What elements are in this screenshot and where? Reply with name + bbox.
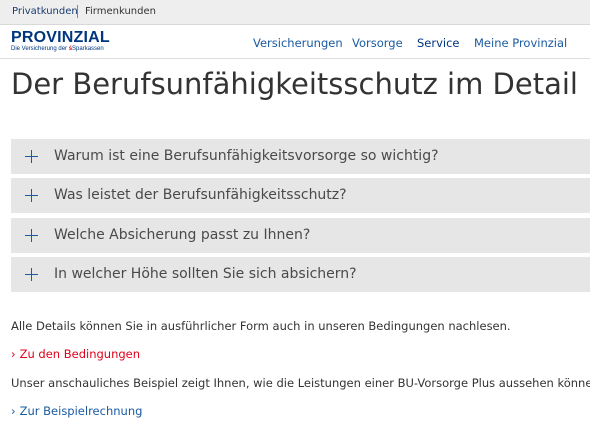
accordion-item-benefits[interactable]: Was leistet der Berufsunfähigkeitsschutz… bbox=[11, 178, 590, 213]
chevron-right-icon: › bbox=[11, 404, 16, 418]
nav-versicherungen[interactable]: Versicherungen bbox=[253, 36, 343, 50]
privatkunden-link[interactable]: Privatkunden bbox=[12, 6, 78, 18]
logo-tagline-text: Die Versicherung der bbox=[11, 46, 68, 52]
accordion-label: Was leistet der Berufsunfähigkeitsschutz… bbox=[54, 187, 347, 203]
logo-wordmark: PROVINZIAL bbox=[11, 29, 110, 46]
conditions-link[interactable]: › Zu den Bedingungen bbox=[11, 347, 140, 361]
accordion-label: Welche Absicherung passt zu Ihnen? bbox=[54, 227, 311, 243]
accordion-label: In welcher Höhe sollten Sie sich absiche… bbox=[54, 266, 357, 282]
accordion-item-amount[interactable]: In welcher Höhe sollten Sie sich absiche… bbox=[11, 257, 590, 292]
topbar-separator bbox=[77, 5, 78, 18]
plus-icon bbox=[25, 268, 38, 281]
chevron-right-icon: › bbox=[11, 347, 16, 361]
plus-icon bbox=[25, 150, 38, 163]
page-title: Der Berufsunfähigkeitsschutz im Detail bbox=[11, 67, 578, 101]
example-link-label: Zur Beispielrechnung bbox=[19, 404, 143, 418]
firmenkunden-link[interactable]: Firmenkunden bbox=[85, 6, 156, 18]
plus-icon bbox=[25, 229, 38, 242]
details-text: Alle Details können Sie in ausführlicher… bbox=[11, 319, 511, 333]
plus-icon bbox=[25, 189, 38, 202]
accordion-label: Warum ist eine Berufsunfähigkeitsvorsorg… bbox=[54, 148, 439, 164]
logo-tagline-brand: Sparkassen bbox=[72, 46, 104, 52]
nav-vorsorge[interactable]: Vorsorge bbox=[352, 36, 403, 50]
nav-meine-provinzial[interactable]: Meine Provinzial bbox=[474, 36, 567, 50]
site-header: PROVINZIAL Die Versicherung der śSparkas… bbox=[0, 25, 590, 58]
top-bar: Privatkunden Firmenkunden bbox=[0, 0, 590, 25]
example-calculation-link[interactable]: › Zur Beispielrechnung bbox=[11, 404, 142, 418]
example-text: Unser anschauliches Beispiel zeigt Ihnen… bbox=[11, 376, 590, 390]
header-divider bbox=[0, 58, 590, 59]
accordion-item-why[interactable]: Warum ist eine Berufsunfähigkeitsvorsorg… bbox=[11, 139, 590, 174]
nav-service[interactable]: Service bbox=[417, 36, 460, 50]
logo-tagline: Die Versicherung der śSparkassen bbox=[11, 46, 104, 52]
accordion-item-coverage[interactable]: Welche Absicherung passt zu Ihnen? bbox=[11, 218, 590, 253]
conditions-link-label: Zu den Bedingungen bbox=[19, 347, 141, 361]
